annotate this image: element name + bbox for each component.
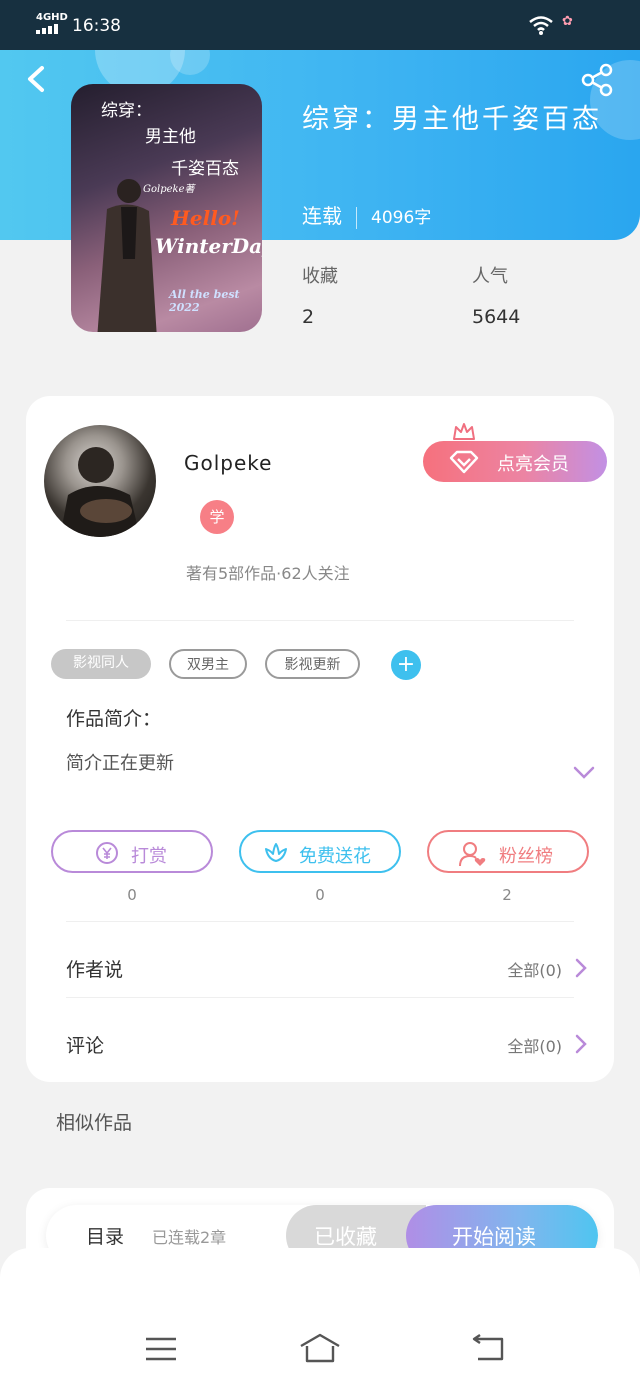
flower-icon: ✿ [562,14,573,29]
fan-rank-button[interactable]: 粉丝榜 [427,830,589,873]
fan-count: 2 [502,886,512,904]
vip-button-label: 点亮会员 [497,454,569,475]
back-nav-icon[interactable] [470,1334,506,1362]
user-heart-icon [459,842,486,867]
tip-count: 0 [127,886,137,904]
author-says-label: 作者说 [66,959,124,981]
status-bar: 4GHD 16:38 ✿ [0,0,640,50]
crown-icon [453,423,475,440]
popularity-value: 5644 [472,306,521,328]
status-time: 16:38 [72,16,121,36]
comments-count: 全部(0) [507,1037,562,1056]
start-reading-label: 开始阅读 [452,1225,536,1249]
table-of-contents-button[interactable]: 目录 [86,1222,124,1249]
chapter-count: 已连载2章 [152,1228,227,1247]
flower-count: 0 [315,886,325,904]
author-info: 著有5部作品·62人关注 [186,564,350,583]
popularity-stat: 人气 5644 [472,262,520,328]
chevron-right-icon [575,1034,587,1054]
comments-label: 评论 [66,1035,105,1057]
similar-works-heading: 相似作品 [56,1112,133,1134]
divider [66,620,574,621]
share-icon[interactable] [580,62,616,98]
back-icon[interactable] [22,62,52,96]
favorites-label: 收藏 [302,266,338,287]
cover-winter: WinterDay [155,234,262,258]
cover-text-1: 综穿： [101,101,152,121]
yen-icon [96,842,118,864]
book-cover[interactable]: 综穿： 男主他 千姿百态 Golpeke著 Hello! WinterDay A… [71,84,262,332]
send-flower-button[interactable]: 免费送花 [239,830,401,873]
book-word-count: 4096字 [371,208,432,228]
cover-text-2: 男主他 [145,127,196,147]
send-flower-label: 免费送花 [299,846,371,867]
comments-row[interactable]: 评论 全部(0) [26,1013,614,1073]
divider [66,997,574,998]
wifi-icon [529,16,553,35]
vip-button[interactable]: 点亮会员 [423,441,607,482]
intro-text: 简介正在更新 [66,753,174,774]
popularity-label: 人气 [472,266,508,287]
cover-brand: Golpeke著 [143,184,195,195]
tip-button[interactable]: 打赏 [51,830,213,873]
book-meta: 连载 4096字 [302,200,431,229]
book-title: 综穿：男主他千姿百态 [302,104,602,135]
tag-item[interactable]: 影视同人 [51,649,151,679]
favorites-value: 2 [302,306,315,328]
author-name[interactable]: Golpeke [184,451,272,475]
menu-icon[interactable] [144,1336,178,1362]
favorites-stat: 收藏 2 [302,262,338,328]
author-avatar[interactable] [44,425,156,537]
intro-heading: 作品简介： [66,708,162,730]
chevron-right-icon [575,958,587,978]
home-icon[interactable] [298,1332,342,1364]
tag-item[interactable]: 影视更新 [265,649,360,679]
tip-label: 打赏 [131,846,167,867]
chevron-down-icon[interactable] [570,758,598,786]
signal-icon [36,24,62,34]
flower-icon [265,843,287,862]
cover-hello: Hello! [171,206,240,230]
author-says-row[interactable]: 作者说 全部(0) [26,937,614,997]
diamond-icon [449,450,479,474]
tag-item[interactable]: 双男主 [169,649,247,679]
author-level-badge: 学 [200,500,234,534]
divider [66,921,574,922]
system-nav-bar [0,1248,640,1387]
book-status: 连载 [302,204,342,228]
fan-rank-label: 粉丝榜 [499,846,553,867]
network-type: 4GHD [36,12,68,23]
cover-text-3: 千姿百态 [171,159,239,179]
collected-label: 已收藏 [314,1225,377,1249]
author-says-count: 全部(0) [507,961,562,980]
cover-best: All the best 2022 [169,288,240,314]
add-tag-icon[interactable]: + [391,650,421,680]
